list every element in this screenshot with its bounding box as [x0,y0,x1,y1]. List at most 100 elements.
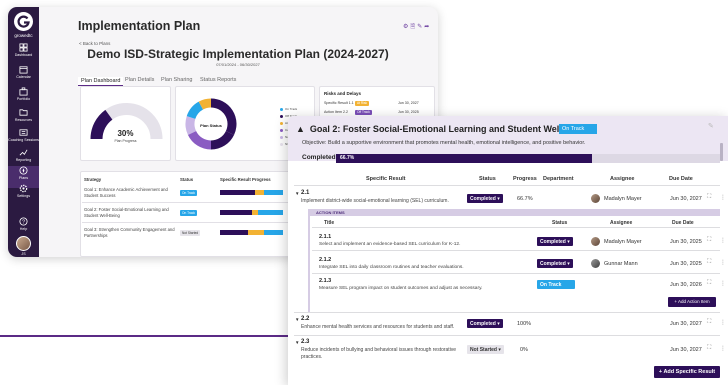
share-icon[interactable]: ➦ [424,24,431,30]
progress-segment [254,190,265,195]
user-avatar[interactable] [16,236,31,251]
expand-icon[interactable]: ⛶ [707,259,711,266]
tab-plan-dashboard[interactable]: Plan Dashboard [78,77,124,86]
resources-icon [19,109,28,116]
strategy-status-badge: On Track [180,190,197,196]
more-icon[interactable]: ⋮ [720,319,726,326]
strategy-name[interactable]: Goal 3: Strengthen Community Engagement … [84,227,176,238]
progress-segment [220,210,252,215]
specific-result-number: 2.3 [301,339,310,345]
status-value: Completed [540,260,566,267]
more-icon[interactable]: ⋮ [720,280,726,287]
completed-progress-bar: 66.7% [336,154,720,163]
back-link[interactable]: < Back to Plans [79,41,110,46]
progress-segment [257,210,283,215]
grow-logo-icon[interactable] [13,11,34,32]
action-item-desc: Measure SEL program impact on student ou… [319,286,483,291]
strategy-status-header: Status [180,177,194,182]
progress-value: 100% [517,321,532,327]
edit-icon[interactable]: ✎ [708,122,714,130]
add-action-item-button[interactable]: + Add Action Item [668,297,716,307]
more-icon[interactable]: ⋮ [720,259,726,266]
strategy-name[interactable]: Goal 1: Enhance Academic Achievement and… [84,187,176,198]
goal-title-text: Goal 2: Foster Social-Emotional Learning… [309,124,590,134]
status-dropdown[interactable]: Completed ▾ [467,319,503,328]
divider [294,312,720,313]
legend-item: On Track [280,107,297,111]
collapse-caret-icon[interactable]: ▼ [295,191,299,196]
add-specific-result-button[interactable]: + Add Specific Result [654,366,720,378]
action-items-bracket [308,216,310,312]
sidebar-item-label: Reporting [15,158,32,162]
sidebar-item-calendar[interactable]: Calendar [8,65,39,87]
sidebar-item-portfolio[interactable]: Portfolio [8,87,39,109]
strategy-progress-bar [220,210,283,215]
goal-objective: Objective: Build a supportive environmen… [302,140,586,146]
progress-value: 0% [520,347,528,353]
sidebar-item-resources[interactable]: Resources [8,108,39,130]
plan-title: Demo ISD-Strategic Implementation Plan (… [87,47,389,61]
objective-scrollbar[interactable] [720,143,723,161]
col-progress: Progress [513,176,537,182]
divider [294,185,720,186]
expand-icon[interactable]: ⛶ [707,280,711,287]
status-dropdown[interactable]: On Track [537,280,575,289]
status-dropdown[interactable]: Not Started ▾ [467,345,504,354]
plan-status-label: Plan Status [200,123,222,128]
portfolio-icon [19,87,28,96]
specific-result-desc: Implement district-wide social-emotional… [301,198,449,204]
risk-status-badge: Off Track [355,109,372,115]
legend-swatch [280,142,283,146]
reporting-icon [19,149,28,156]
action-item-number: 2.1.3 [319,278,332,284]
status-dropdown[interactable]: Completed ▾ [537,259,573,268]
risk-date: Jun 30, 2025 [398,110,419,114]
risk-label[interactable]: Specific Result 1.1 [324,101,354,105]
tab-plan-details[interactable]: Plan Details [125,77,154,83]
goal-title[interactable]: ▲ Goal 2: Foster Social-Emotional Learni… [296,124,590,134]
expand-icon[interactable]: ⛶ [707,319,711,326]
donut-segment [198,98,212,110]
sidebar-item-settings[interactable]: Settings [8,184,39,206]
strategy-name[interactable]: Goal 2: Foster Social-Emotional Learning… [84,207,176,218]
tab-status-reports[interactable]: Status Reports [200,77,236,83]
expand-icon[interactable]: ⛶ [707,194,711,201]
sidebar-item-label: Dashboard [14,53,33,57]
risk-label[interactable]: Action Item 2.2 [324,110,348,114]
divider [294,335,720,336]
more-icon[interactable]: ⋮ [720,237,726,244]
more-icon[interactable]: ⋮ [720,345,726,352]
specific-result-desc: Enhance mental health services and resou… [301,324,455,330]
strategy-header: Strategy [84,177,102,182]
settings-icon [19,184,28,193]
due-date: Jun 30, 2027 [670,321,702,327]
svg-text:?: ? [22,219,25,225]
expand-caret-icon[interactable]: ▼ [295,317,299,322]
tab-plan-sharing[interactable]: Plan Sharing [161,77,193,83]
status-value: Completed [470,320,496,327]
plan-progress-panel: 30% Plan Progress [80,86,171,161]
status-value: Completed [470,195,496,202]
expand-caret-icon[interactable]: ▼ [295,340,299,345]
due-date: Jun 30, 2026 [670,282,702,288]
expand-icon[interactable]: ⛶ [707,345,711,352]
action-item-desc: Integrate SEL into daily classroom routi… [319,265,464,270]
divider [312,250,720,251]
legend-swatch [280,121,283,125]
divider [312,227,720,228]
ai-col-due: Due Date [672,220,694,226]
sidebar-item-coaching[interactable]: Coaching Sessions [8,128,39,150]
status-dropdown[interactable]: Completed ▾ [537,237,573,246]
status-dropdown[interactable]: Completed ▾ [467,194,503,203]
risks-title: Risks and Delays [324,91,362,96]
expand-icon[interactable]: ⛶ [707,237,711,244]
strategy-progress-header: Specific Result Progress [220,177,271,182]
assignee-avatar [591,194,600,203]
progress-value: 66.7% [517,196,533,202]
more-icon[interactable]: ⋮ [720,194,726,201]
sidebar-item-label: Settings [17,194,30,198]
sidebar-item-dashboard[interactable]: Dashboard [8,43,39,65]
plan-dates: 07/01/2024 - 06/30/2027 [216,62,260,67]
sidebar-item-help[interactable]: ? Help [8,217,39,231]
goal-detail-panel: ▲ Goal 2: Foster Social-Emotional Learni… [288,116,728,385]
